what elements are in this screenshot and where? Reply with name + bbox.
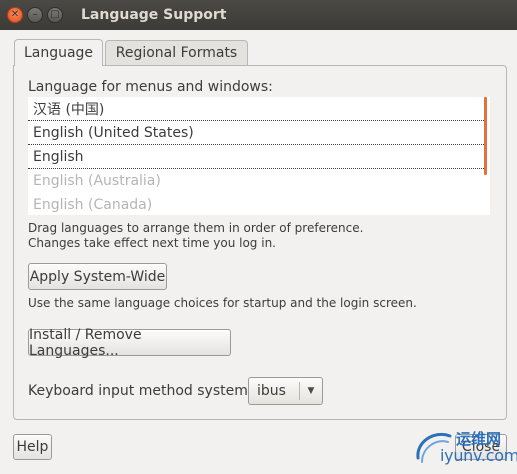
changes-hint-text: Changes take effect next time you log in… — [28, 236, 276, 250]
help-button[interactable]: Help — [13, 434, 52, 460]
tab-language[interactable]: Language — [14, 39, 103, 66]
language-list[interactable]: 汉语 (中国) English (United States) English … — [28, 97, 490, 215]
maximize-icon[interactable]: □ — [47, 7, 63, 23]
language-list-item[interactable]: English (Canada) — [28, 193, 484, 215]
language-list-item[interactable]: 汉语 (中国) — [28, 97, 484, 121]
language-list-item[interactable]: English (United States) — [28, 121, 484, 145]
window-controls: ✕ – □ — [7, 7, 63, 23]
minimize-icon[interactable]: – — [27, 7, 43, 23]
keyboard-input-method-value: ibus — [257, 383, 286, 399]
close-icon[interactable]: ✕ — [7, 7, 23, 23]
keyboard-input-method-select[interactable]: ibus ▼ — [248, 377, 323, 405]
chevron-down-icon: ▼ — [307, 386, 315, 396]
language-list-item[interactable]: English — [28, 145, 484, 169]
apply-hint-text: Use the same language choices for startu… — [28, 296, 417, 310]
language-list-scrollbar[interactable] — [484, 97, 487, 175]
language-section-label: Language for menus and windows: — [28, 79, 273, 95]
drag-hint-text: Drag languages to arrange them in order … — [28, 221, 364, 235]
title-bar[interactable]: ✕ – □ Language Support — [0, 0, 517, 30]
window-title: Language Support — [81, 7, 227, 23]
watermark-logo-icon — [416, 433, 452, 463]
tab-regional-formats[interactable]: Regional Formats — [105, 40, 248, 65]
close-button[interactable]: Close — [455, 434, 507, 460]
install-remove-languages-button[interactable]: Install / Remove Languages... — [28, 327, 231, 359]
keyboard-input-label: Keyboard input method system: — [28, 383, 253, 399]
apply-system-wide-button[interactable]: Apply System-Wide — [28, 263, 167, 290]
language-list-item[interactable]: English (Australia) — [28, 169, 484, 193]
language-support-window: ✕ – □ Language Support Language Regional… — [0, 0, 517, 474]
